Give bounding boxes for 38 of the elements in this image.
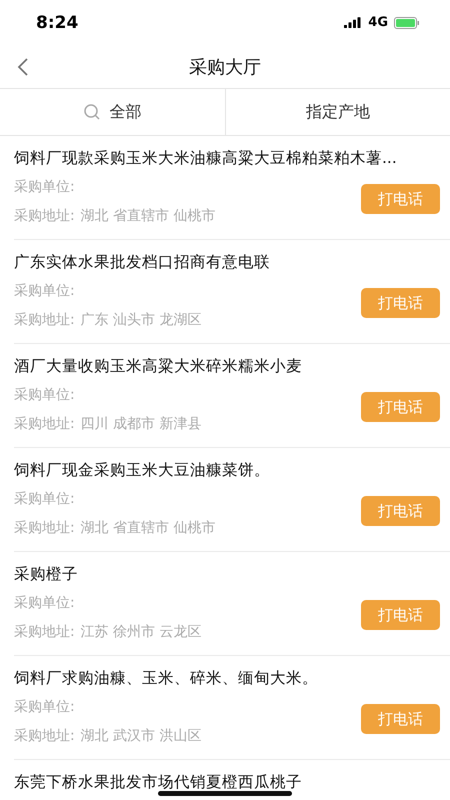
call-button[interactable]: 打电话 — [361, 600, 440, 630]
call-button[interactable]: 打电话 — [361, 184, 440, 214]
address-label: 采购地址: — [14, 727, 75, 746]
battery-icon — [394, 16, 420, 28]
listing-title: 酒厂大量收购玉米高粱大米碎米糯米小麦 — [14, 356, 303, 376]
listing-title: 东莞下桥水果批发市场代销夏橙西瓜桃子 — [14, 772, 303, 792]
address-value: 广东 汕头市 龙湖区 — [80, 311, 202, 330]
search-icon — [83, 103, 102, 121]
address-value: 四川 成都市 新津县 — [80, 415, 202, 434]
address-label: 采购地址: — [14, 415, 75, 434]
address-label: 采购地址: — [14, 311, 75, 330]
unit-label: 采购单位: — [14, 698, 75, 717]
unit-label: 采购单位: — [14, 178, 75, 197]
call-button[interactable]: 打电话 — [361, 288, 440, 318]
listing-title: 饲料厂现金采购玉米大豆油糠菜饼。 — [14, 460, 271, 480]
listing-title: 采购橙子 — [14, 564, 79, 584]
listing-title: 广东实体水果批发档口招商有意电联 — [14, 252, 271, 272]
address-value: 湖北 省直辖市 仙桃市 — [80, 519, 216, 538]
call-button[interactable]: 打电话 — [361, 704, 440, 734]
back-icon — [16, 57, 30, 77]
network-label: 4G — [368, 15, 388, 30]
page-title: 采购大厅 — [189, 56, 261, 78]
signal-icon — [344, 17, 362, 28]
unit-label: 采购单位: — [14, 282, 75, 301]
address-label: 采购地址: — [14, 519, 75, 538]
unit-label: 采购单位: — [14, 490, 75, 509]
status-time: 8:24 — [36, 12, 78, 32]
listing-title: 饲料厂现款采购玉米大米油糠高粱大豆棉粕菜粕木薯... — [14, 148, 398, 168]
call-button[interactable]: 打电话 — [361, 496, 440, 526]
address-label: 采购地址: — [14, 207, 75, 226]
address-value: 湖北 省直辖市 仙桃市 — [80, 207, 216, 226]
address-value: 江苏 徐州市 云龙区 — [80, 623, 202, 642]
unit-label: 采购单位: — [14, 386, 75, 405]
address-value: 湖北 武汉市 洪山区 — [80, 727, 202, 746]
address-label: 采购地址: — [14, 623, 75, 642]
unit-label: 采购单位: — [14, 594, 75, 613]
listing-title: 饲料厂求购油糠、玉米、碎米、缅甸大米。 — [14, 668, 319, 688]
call-button[interactable]: 打电话 — [361, 392, 440, 422]
